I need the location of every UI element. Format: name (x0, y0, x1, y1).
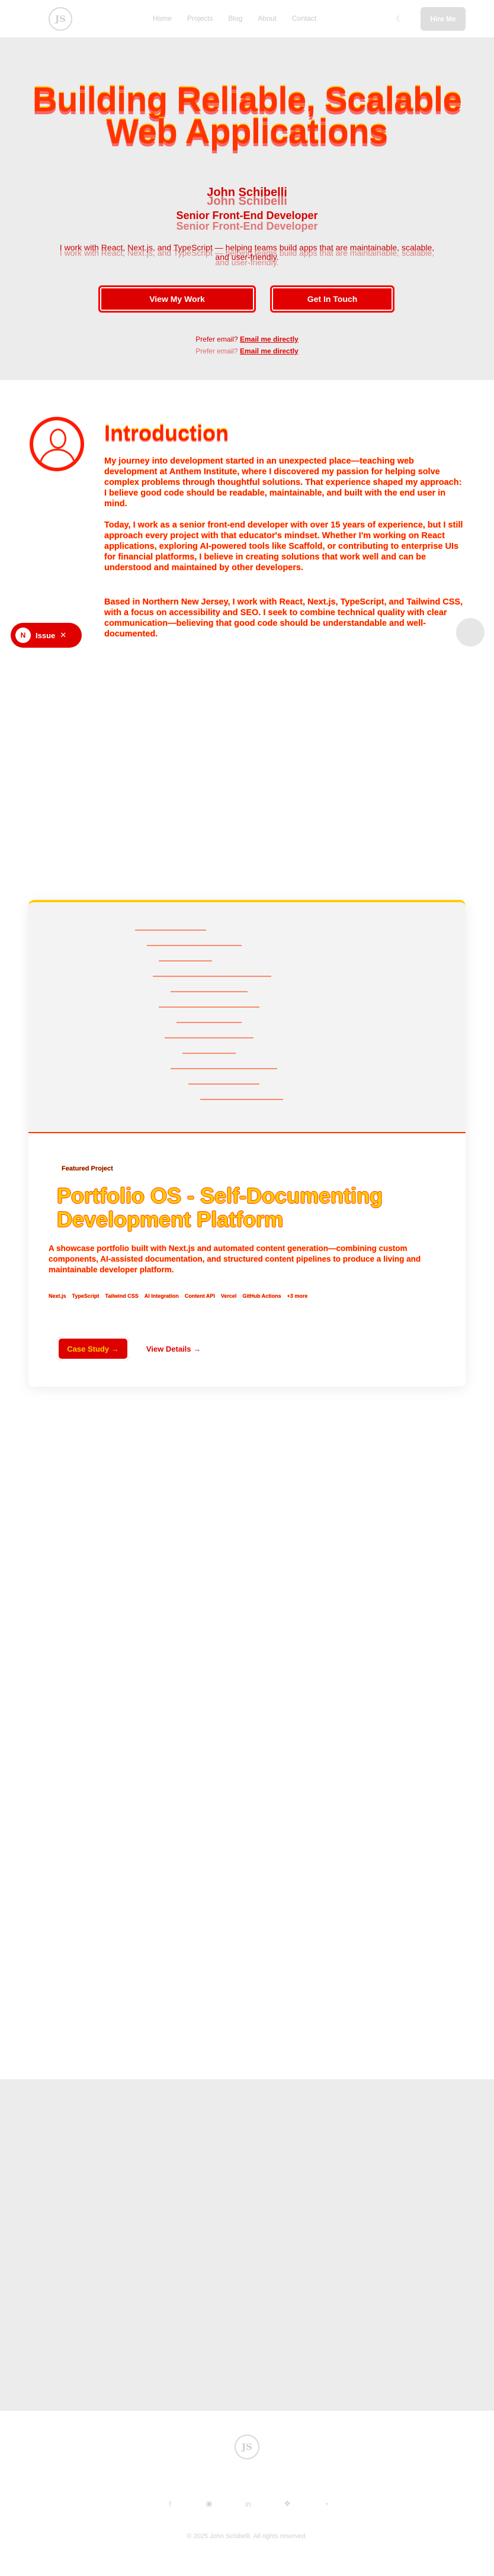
featured-project-tag: Featured Project (62, 1165, 113, 1172)
bluesky-icon[interactable]: ❖ (282, 2498, 293, 2509)
code-line (159, 960, 212, 961)
code-line (171, 1068, 277, 1069)
hero-role: Senior Front-End Developer (176, 210, 318, 221)
email-link[interactable]: Email me directly (240, 335, 299, 343)
rss-icon[interactable]: ◔ (321, 2498, 332, 2509)
scroll-button[interactable] (456, 618, 485, 647)
code-line (153, 976, 271, 977)
avatar (30, 417, 84, 471)
tech-tag: GitHub Actions (242, 1293, 281, 1299)
view-my-work-button[interactable]: View My Work (98, 285, 256, 313)
email-prompt-echo-text: Prefer email? (195, 347, 238, 355)
get-in-touch-button[interactable]: Get In Touch (270, 285, 394, 313)
site-logo[interactable]: JS (49, 7, 72, 31)
nav-link-blog[interactable]: Blog (228, 14, 242, 22)
code-line (182, 1053, 236, 1054)
tech-tag: TypeScript (72, 1293, 100, 1299)
hire-me-button[interactable]: Hire Me (421, 7, 466, 31)
introduction-paragraph-3: Based in Northern New Jersey, I work wit… (104, 597, 463, 639)
featured-project-card: Featured Project Portfolio OS - Self-Doc… (28, 900, 466, 1387)
project-screenshot (28, 900, 466, 1133)
code-line (188, 1083, 259, 1085)
view-details-button[interactable]: View Details → (141, 1337, 206, 1361)
hero-section: Building Reliable, Scalable Web Applicat… (0, 38, 494, 380)
email-prompt: Prefer email? Email me directly (0, 335, 494, 343)
avatar-head-shape (50, 429, 66, 449)
footer-logo[interactable]: JS (235, 2435, 259, 2459)
tech-tag: AI Integration (144, 1293, 179, 1299)
facebook-icon[interactable]: f (165, 2498, 175, 2509)
code-line (159, 1006, 259, 1008)
code-line (135, 930, 206, 931)
copyright: © 2025 John Schibelli. All rights reserv… (187, 2533, 307, 2540)
nav-link-contact[interactable]: Contact (292, 14, 316, 22)
hero-title-line-1: Building Reliable, Scalable (32, 81, 462, 119)
tech-tag: Content API (184, 1293, 215, 1299)
moon-icon[interactable]: ☾ (393, 13, 405, 25)
avatar-body-shape (39, 449, 76, 468)
tech-tag-more: +3 more (287, 1293, 308, 1299)
introduction-title: Introduction (104, 421, 229, 445)
email-link-echo[interactable]: Email me directly (240, 347, 299, 355)
code-line (165, 1037, 254, 1038)
email-prompt-echo: Prefer email? Email me directly (0, 347, 494, 355)
issues-chip[interactable]: N Issue ✕ (11, 623, 82, 648)
project-description: A showcase portfolio built with Next.js … (49, 1244, 421, 1274)
top-navigation: JS Home Projects Blog About Contact ☾ Hi… (0, 0, 494, 38)
nav-links: Home Projects Blog About Contact (153, 14, 316, 22)
introduction-section: Introduction My journey into development… (0, 380, 494, 830)
empty-section (0, 2079, 494, 2411)
introduction-paragraph-1: My journey into development started in a… (104, 456, 462, 509)
github-icon[interactable]: ◉ (204, 2498, 214, 2509)
project-title: Portfolio OS - Self-Documenting Developm… (57, 1184, 383, 1231)
code-line (177, 1022, 242, 1023)
linkedin-icon[interactable]: in (243, 2498, 254, 2509)
issue-badge: N (15, 628, 31, 643)
hero-name: John Schibelli (207, 186, 287, 199)
nav-link-about[interactable]: About (258, 14, 276, 22)
social-icons: f ◉ in ❖ ◔ (165, 2498, 332, 2509)
footer: JS f ◉ in ❖ ◔ © 2025 John Schibelli. All… (0, 2411, 494, 2576)
email-prompt-text: Prefer email? (195, 335, 238, 343)
tech-tag: Next.js (49, 1293, 66, 1299)
introduction-paragraph-2: Today, I work as a senior front-end deve… (104, 520, 463, 573)
hero-description: I work with React, Next.js, and TypeScri… (59, 243, 435, 262)
tech-tags: Next.js TypeScript Tailwind CSS AI Integ… (49, 1293, 307, 1299)
issue-chip-label: Issue (36, 631, 56, 640)
hero-title-line-2: Web Applications (106, 112, 388, 151)
case-study-button[interactable]: Case Study → (57, 1337, 129, 1361)
close-icon[interactable]: ✕ (60, 631, 66, 640)
tech-tag: Vercel (220, 1293, 237, 1299)
nav-link-projects[interactable]: Projects (187, 14, 213, 22)
tech-tag: Tailwind CSS (105, 1293, 139, 1299)
code-line (200, 1099, 283, 1100)
nav-link-home[interactable]: Home (153, 14, 172, 22)
code-line (147, 945, 242, 946)
code-line (171, 991, 248, 992)
hero-title: Building Reliable, Scalable Web Applicat… (18, 81, 476, 151)
